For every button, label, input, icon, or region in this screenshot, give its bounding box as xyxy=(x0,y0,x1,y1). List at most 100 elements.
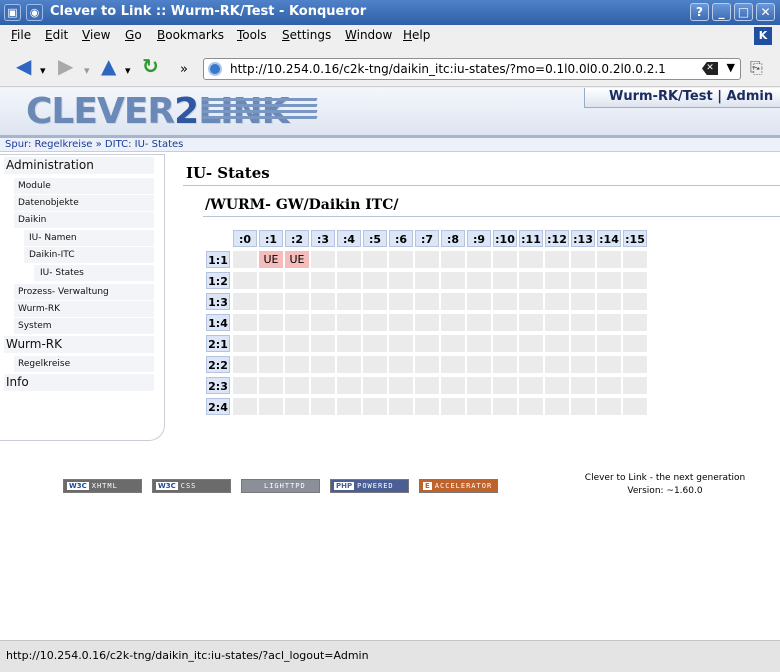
iu-state-cell[interactable] xyxy=(259,398,283,415)
up-history-chevron-icon[interactable]: ▾ xyxy=(125,61,131,81)
iu-state-cell[interactable] xyxy=(441,272,465,289)
location-dropdown-icon[interactable]: ▼ xyxy=(727,61,735,74)
sidebar-item-wurm-rk[interactable]: Wurm-RK xyxy=(4,336,154,353)
iu-state-cell[interactable] xyxy=(233,335,257,352)
iu-state-cell[interactable] xyxy=(363,272,387,289)
sidebar-item-iu-namen[interactable]: IU- Namen xyxy=(24,230,154,246)
iu-state-cell[interactable] xyxy=(493,293,517,310)
iu-state-cell[interactable] xyxy=(285,398,309,415)
user-context[interactable]: Wurm-RK/Test | Admin xyxy=(584,88,780,108)
iu-state-cell[interactable] xyxy=(467,356,491,373)
iu-state-cell[interactable] xyxy=(233,398,257,415)
iu-state-cell[interactable] xyxy=(285,314,309,331)
menu-edit[interactable]: Edit xyxy=(45,28,68,42)
iu-state-cell[interactable] xyxy=(233,377,257,394)
iu-state-cell[interactable] xyxy=(259,293,283,310)
forward-history-chevron-icon[interactable]: ▾ xyxy=(84,61,90,81)
iu-state-cell[interactable] xyxy=(233,293,257,310)
iu-state-cell[interactable] xyxy=(233,356,257,373)
iu-state-cell[interactable] xyxy=(467,377,491,394)
sidebar-item-iu-states[interactable]: IU- States xyxy=(34,265,154,281)
clear-location-icon[interactable]: ✕ xyxy=(702,62,718,75)
iu-state-cell[interactable] xyxy=(311,356,335,373)
iu-state-cell[interactable] xyxy=(259,314,283,331)
iu-state-cell[interactable] xyxy=(623,377,647,394)
iu-state-cell[interactable] xyxy=(493,377,517,394)
iu-state-cell[interactable] xyxy=(389,335,413,352)
iu-state-cell[interactable] xyxy=(571,314,595,331)
iu-state-cell[interactable] xyxy=(597,377,621,394)
iu-state-cell[interactable] xyxy=(259,377,283,394)
iu-state-cell[interactable] xyxy=(519,314,543,331)
iu-state-cell[interactable] xyxy=(467,335,491,352)
maximize-icon[interactable]: □ xyxy=(734,3,753,21)
iu-state-cell[interactable] xyxy=(493,272,517,289)
sidebar-item-wurm-rk-admin[interactable]: Wurm-RK xyxy=(14,301,154,317)
php-badge[interactable]: PHP POWERED xyxy=(330,479,409,493)
menu-help[interactable]: Help xyxy=(403,28,430,42)
iu-state-cell[interactable] xyxy=(363,356,387,373)
iu-state-cell[interactable] xyxy=(233,251,257,268)
iu-state-cell[interactable] xyxy=(337,251,361,268)
iu-state-cell[interactable] xyxy=(597,335,621,352)
iu-state-cell[interactable] xyxy=(597,272,621,289)
sidebar-item-daikin-itc[interactable]: Daikin-ITC xyxy=(24,247,154,263)
iu-state-cell[interactable] xyxy=(597,293,621,310)
iu-state-cell[interactable] xyxy=(623,398,647,415)
iu-state-cell[interactable] xyxy=(415,335,439,352)
iu-state-cell[interactable] xyxy=(597,251,621,268)
minimize-icon[interactable]: _ xyxy=(712,3,731,21)
iu-state-cell[interactable] xyxy=(467,398,491,415)
menu-go[interactable]: Go xyxy=(125,28,142,42)
iu-state-cell[interactable] xyxy=(571,272,595,289)
iu-state-cell[interactable] xyxy=(519,335,543,352)
xhtml-badge[interactable]: W3C XHTML 1.0 xyxy=(63,479,142,502)
menu-view[interactable]: View xyxy=(82,28,110,42)
iu-state-cell[interactable] xyxy=(467,251,491,268)
iu-state-cell[interactable] xyxy=(363,314,387,331)
iu-state-cell[interactable] xyxy=(597,398,621,415)
iu-state-cell[interactable] xyxy=(337,377,361,394)
menu-settings[interactable]: Settings xyxy=(282,28,331,42)
iu-state-cell[interactable] xyxy=(519,272,543,289)
iu-state-cell[interactable] xyxy=(545,314,569,331)
menu-tools[interactable]: Tools xyxy=(237,28,267,42)
iu-state-cell[interactable] xyxy=(389,251,413,268)
iu-state-cell[interactable] xyxy=(493,356,517,373)
iu-state-cell[interactable] xyxy=(233,314,257,331)
window-menu-icon[interactable]: ▣ xyxy=(4,4,21,21)
toolbar-overflow-icon[interactable]: » xyxy=(180,60,188,80)
eaccelerator-badge[interactable]: E ACCELERATOR xyxy=(419,479,498,493)
iu-state-cell[interactable] xyxy=(389,293,413,310)
sidebar-item-system[interactable]: System xyxy=(14,318,154,334)
iu-state-cell[interactable] xyxy=(623,356,647,373)
iu-state-cell[interactable] xyxy=(337,356,361,373)
iu-state-cell[interactable] xyxy=(597,356,621,373)
iu-state-cell[interactable] xyxy=(337,293,361,310)
iu-state-cell[interactable] xyxy=(623,272,647,289)
iu-state-cell[interactable] xyxy=(337,272,361,289)
iu-state-cell[interactable] xyxy=(311,377,335,394)
iu-state-cell[interactable] xyxy=(415,314,439,331)
iu-state-cell[interactable] xyxy=(259,356,283,373)
iu-state-cell[interactable] xyxy=(545,377,569,394)
iu-state-cell[interactable] xyxy=(363,251,387,268)
iu-state-cell[interactable] xyxy=(285,293,309,310)
iu-state-cell[interactable] xyxy=(363,377,387,394)
iu-state-cell[interactable] xyxy=(415,356,439,373)
iu-state-cell[interactable] xyxy=(493,335,517,352)
sidebar-item-administration[interactable]: Administration xyxy=(4,157,154,174)
iu-state-cell[interactable] xyxy=(285,335,309,352)
iu-state-cell[interactable] xyxy=(597,314,621,331)
iu-state-cell[interactable] xyxy=(571,356,595,373)
iu-state-cell[interactable] xyxy=(545,272,569,289)
iu-state-cell[interactable] xyxy=(467,314,491,331)
breadcrumb-iu-states[interactable]: DITC: IU- States xyxy=(105,139,183,150)
menu-bookmarks[interactable]: Bookmarks xyxy=(157,28,224,42)
iu-state-cell[interactable] xyxy=(571,377,595,394)
close-icon[interactable]: ✕ xyxy=(756,3,775,21)
iu-state-cell[interactable] xyxy=(519,356,543,373)
sidebar-item-regelkreise[interactable]: Regelkreise xyxy=(14,356,154,372)
forward-arrow-icon[interactable]: ▶ xyxy=(58,56,73,76)
iu-state-cell[interactable] xyxy=(545,251,569,268)
